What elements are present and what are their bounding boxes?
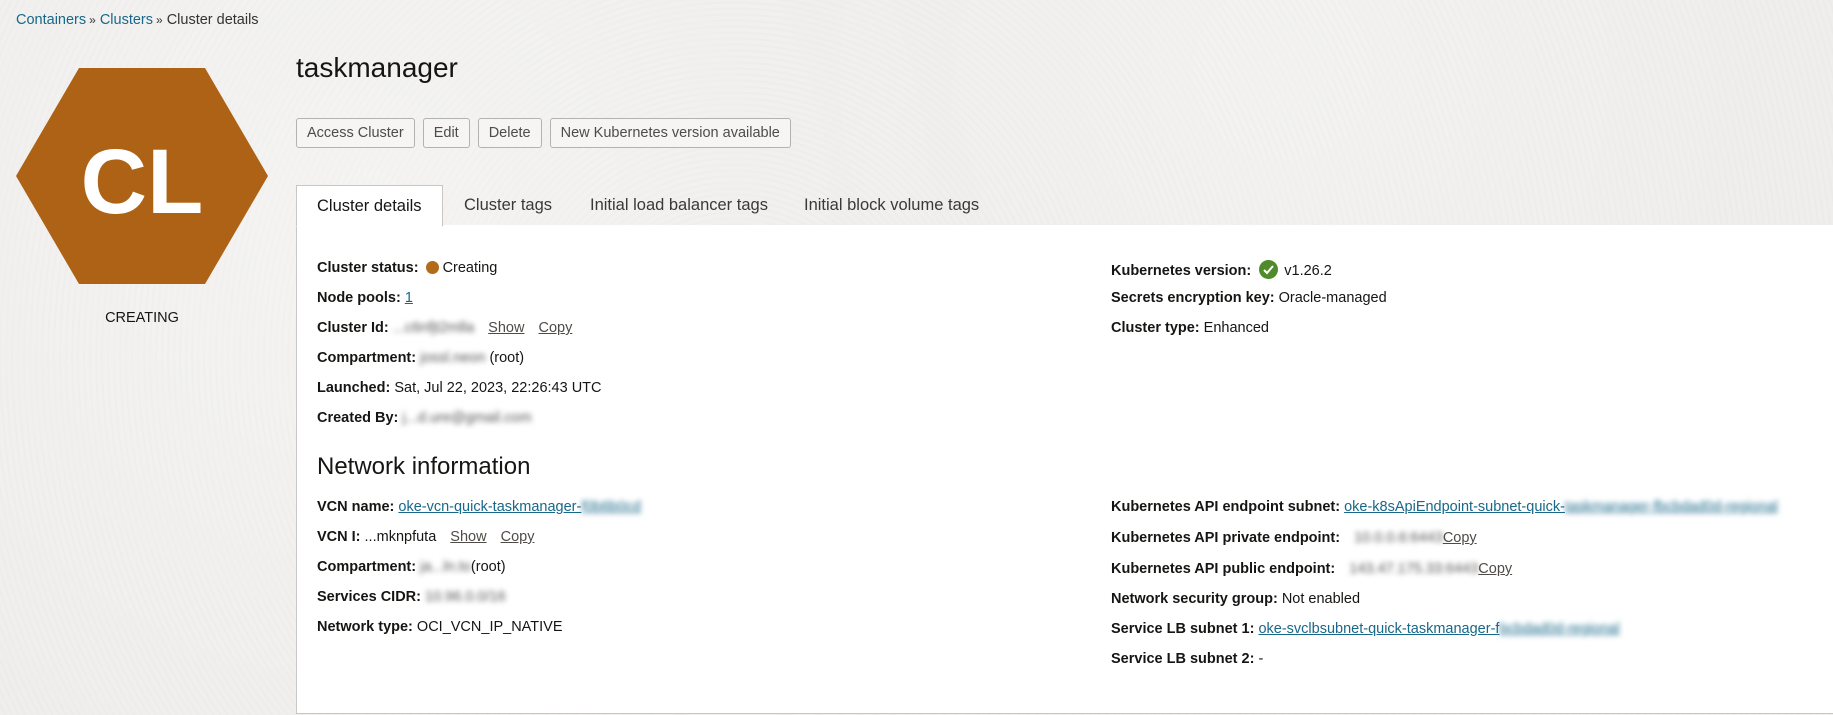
vcn-name-label: VCN name: xyxy=(317,499,395,515)
breadcrumb-clusters[interactable]: Clusters xyxy=(100,12,153,28)
creating-status-icon xyxy=(425,261,439,274)
launched-label: Launched: xyxy=(317,380,391,396)
badge-initials: CL xyxy=(81,131,204,233)
edit-button[interactable]: Edit xyxy=(422,118,470,148)
api-private-endpoint-label: Kubernetes API private endpoint: xyxy=(1111,530,1341,546)
tab-cluster-tags[interactable]: Cluster tags xyxy=(464,185,552,225)
breadcrumb-separator: » xyxy=(156,13,163,27)
api-endpoint-subnet-link[interactable]: oke-k8sApiEndpoint-subnet-quick-taskmana… xyxy=(1344,499,1778,515)
cluster-type-value: Enhanced xyxy=(1203,320,1269,336)
network-security-group-label: Network security group: xyxy=(1111,591,1278,607)
network-compartment-row: Compartment: ja...ln.to(root) xyxy=(317,559,506,575)
badge-status-label: CREATING xyxy=(105,310,179,326)
api-public-endpoint-copy-link[interactable]: Copy xyxy=(1478,561,1512,577)
node-pools-row: Node pools: 1 xyxy=(317,290,413,306)
vcn-id-copy-link[interactable]: Copy xyxy=(501,529,535,545)
tab-cluster-details[interactable]: Cluster details xyxy=(296,185,443,227)
api-endpoint-subnet-label: Kubernetes API endpoint subnet: xyxy=(1111,499,1341,515)
secrets-encryption-row: Secrets encryption key: Oracle-managed xyxy=(1111,290,1387,306)
compartment-row: Compartment: jossl.neon (root) xyxy=(317,350,524,366)
created-by-label: Created By: xyxy=(317,410,399,426)
breadcrumb: Containers» Clusters» Cluster details xyxy=(16,12,259,28)
delete-button[interactable]: Delete xyxy=(477,118,542,148)
kubernetes-version-row: Kubernetes version: v1.26.2 xyxy=(1111,260,1332,279)
compartment-value: jossl.neon xyxy=(420,350,486,366)
tab-initial-block-volume-tags[interactable]: Initial block volume tags xyxy=(804,185,979,225)
network-compartment-suffix: (root) xyxy=(470,559,506,575)
launched-row: Launched: Sat, Jul 22, 2023, 22:26:43 UT… xyxy=(317,380,602,396)
cluster-id-row: Cluster Id: ...c6nfjt2mlla Show Copy xyxy=(317,320,572,336)
cluster-details-panel: Cluster status: Creating Node pools: 1 C… xyxy=(296,225,1833,714)
upgrade-kubernetes-button[interactable]: New Kubernetes version available xyxy=(549,118,791,148)
vcn-id-show-link[interactable]: Show xyxy=(450,529,486,545)
vcn-name-row: VCN name: oke-vcn-quick-taskmanager-f0b6… xyxy=(317,499,641,515)
services-cidr-label: Services CIDR: xyxy=(317,589,421,605)
service-lb-subnet-1-link[interactable]: oke-svclbsubnet-quick-taskmanager-fbcbda… xyxy=(1258,621,1619,637)
node-pools-link[interactable]: 1 xyxy=(405,290,413,306)
checkmark-icon xyxy=(1259,260,1279,279)
vcn-id-row: VCN I: ...mknpfuta Show Copy xyxy=(317,529,534,545)
created-by-value: j...d.ure@gmail.com xyxy=(402,410,532,426)
network-type-row: Network type: OCI_VCN_IP_NATIVE xyxy=(317,619,563,635)
cluster-type-label: Cluster type: xyxy=(1111,320,1200,336)
api-private-endpoint-value: 10.0.0.6:6443 xyxy=(1354,530,1443,546)
cluster-status-value: Creating xyxy=(442,260,498,276)
compartment-suffix: (root) xyxy=(489,350,525,366)
service-lb-subnet-1-label: Service LB subnet 1: xyxy=(1111,621,1255,637)
node-pools-label: Node pools: xyxy=(317,290,401,306)
cluster-status-label: Cluster status: xyxy=(317,260,419,276)
vcn-name-link[interactable]: oke-vcn-quick-taskmanager-f0b6b0cd xyxy=(398,499,641,515)
cluster-id-show-link[interactable]: Show xyxy=(488,320,524,336)
network-type-value: OCI_VCN_IP_NATIVE xyxy=(416,619,563,635)
cluster-status-row: Cluster status: Creating xyxy=(317,260,497,276)
api-public-endpoint-label: Kubernetes API public endpoint: xyxy=(1111,561,1336,577)
api-public-endpoint-row: Kubernetes API public endpoint: 143.47.1… xyxy=(1111,561,1512,577)
cluster-type-row: Cluster type: Enhanced xyxy=(1111,320,1269,336)
api-public-endpoint-value: 143.47.175.33:6443 xyxy=(1349,561,1479,577)
service-lb-subnet-2-label: Service LB subnet 2: xyxy=(1111,651,1255,667)
access-cluster-button[interactable]: Access Cluster xyxy=(296,118,415,148)
breadcrumb-current: Cluster details xyxy=(166,12,259,28)
page-title: taskmanager xyxy=(296,52,458,83)
breadcrumb-containers[interactable]: Containers xyxy=(16,12,86,28)
created-by-row: Created By: j...d.ure@gmail.com xyxy=(317,410,532,426)
vcn-id-value: ...mknpfuta xyxy=(364,529,437,545)
compartment-label: Compartment: xyxy=(317,350,417,366)
network-compartment-label: Compartment: xyxy=(317,559,417,575)
service-lb-subnet-2-value: - xyxy=(1258,651,1264,667)
api-endpoint-subnet-row: Kubernetes API endpoint subnet: oke-k8sA… xyxy=(1111,499,1778,515)
api-private-endpoint-row: Kubernetes API private endpoint: 10.0.0.… xyxy=(1111,530,1477,546)
secrets-encryption-label: Secrets encryption key: xyxy=(1111,290,1275,306)
services-cidr-value: 10.96.0.0/16 xyxy=(425,589,506,605)
kubernetes-version-value: v1.26.2 xyxy=(1284,263,1332,279)
secrets-encryption-value: Oracle-managed xyxy=(1278,290,1387,306)
tab-bar: Cluster details Cluster tags Initial loa… xyxy=(296,185,1833,227)
network-information-heading: Network information xyxy=(317,453,531,480)
cluster-id-label: Cluster Id: xyxy=(317,320,389,336)
cluster-id-copy-link[interactable]: Copy xyxy=(538,320,572,336)
vcn-id-label: VCN I: xyxy=(317,529,361,545)
service-lb-subnet-2-row: Service LB subnet 2: - xyxy=(1111,651,1263,667)
service-lb-subnet-1-row: Service LB subnet 1: oke-svclbsubnet-qui… xyxy=(1111,621,1620,637)
cluster-hexagon-badge: CL xyxy=(16,68,268,284)
kubernetes-version-label: Kubernetes version: xyxy=(1111,263,1252,279)
breadcrumb-separator: » xyxy=(89,13,96,27)
network-security-group-value: Not enabled xyxy=(1281,591,1361,607)
network-type-label: Network type: xyxy=(317,619,413,635)
action-toolbar: Access Cluster Edit Delete New Kubernete… xyxy=(296,118,791,148)
tab-initial-load-balancer-tags[interactable]: Initial load balancer tags xyxy=(590,185,768,225)
launched-value: Sat, Jul 22, 2023, 22:26:43 UTC xyxy=(394,380,602,396)
cluster-id-value: ...c6nfjt2mlla xyxy=(392,320,475,336)
network-compartment-value: ja...ln.to xyxy=(420,559,471,575)
api-private-endpoint-copy-link[interactable]: Copy xyxy=(1443,530,1477,546)
network-security-group-row: Network security group: Not enabled xyxy=(1111,591,1360,607)
services-cidr-row: Services CIDR: 10.96.0.0/16 xyxy=(317,589,506,605)
